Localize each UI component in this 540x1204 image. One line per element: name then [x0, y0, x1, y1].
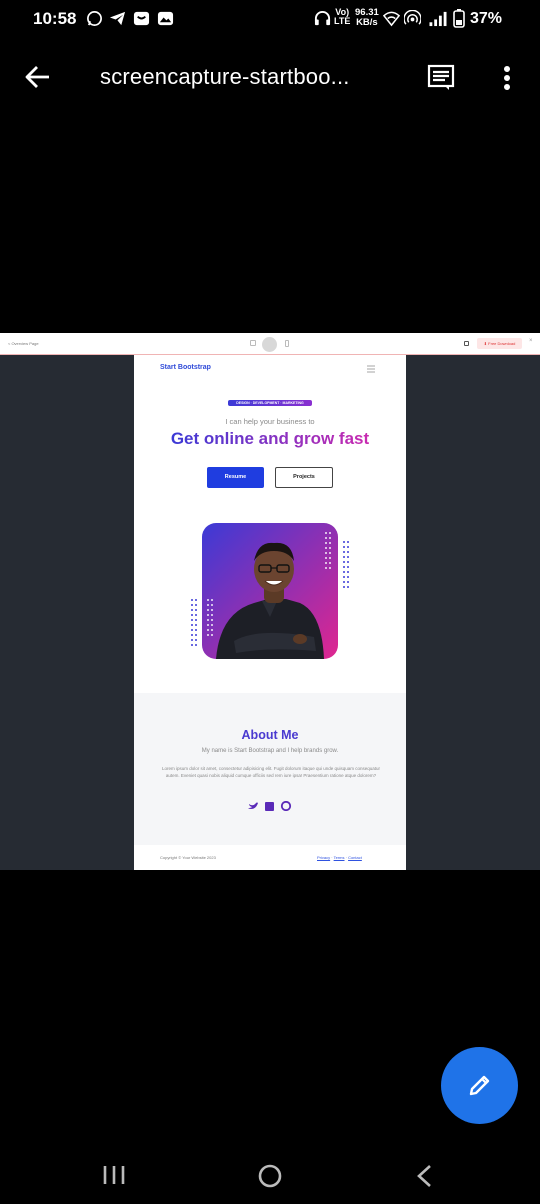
overview-link[interactable]: < Overview Page: [8, 341, 39, 346]
badge: DESIGN · DEVELOPMENT · MARKETING: [228, 400, 312, 406]
badge-text: DESIGN · DEVELOPMENT · MARKETING: [236, 401, 304, 405]
navigation-bar: [0, 1145, 540, 1204]
bag-icon: [133, 11, 150, 26]
projects-label: Projects: [293, 474, 315, 480]
speed-unit: KB/s: [356, 17, 378, 28]
brand-logo[interactable]: Start Bootstrap: [160, 364, 211, 371]
mobile-icon[interactable]: [285, 340, 289, 347]
footer-copyright: Copyright © Your Website 2023: [160, 855, 216, 860]
github-icon[interactable]: [280, 801, 292, 811]
fullscreen-icon[interactable]: [464, 341, 469, 346]
resume-label: Resume: [224, 474, 247, 480]
app-title: screencapture-startboo...: [100, 64, 350, 89]
photo-icon: [157, 11, 174, 26]
hero-headline: Get online and grow fast: [134, 429, 406, 449]
headline-text: Get online and grow fast: [170, 429, 370, 448]
rotate-icon[interactable]: [262, 337, 277, 352]
lte-bottom: LTE: [334, 16, 351, 26]
device-icon[interactable]: [250, 340, 256, 346]
lte-indicator: Vo) LTE: [334, 8, 350, 26]
text-view-icon[interactable]: [427, 63, 455, 91]
status-bar: 10:58 Vo) LTE 96.31 KB/s 37%: [0, 0, 540, 38]
footer-link-terms[interactable]: Terms: [334, 855, 345, 860]
battery-icon: [453, 9, 465, 28]
recents-icon[interactable]: [102, 1164, 126, 1186]
social-icons: [248, 801, 292, 811]
about-title: About Me: [241, 728, 299, 742]
hero-subheading: I can help your business to: [225, 417, 315, 426]
back-nav-icon[interactable]: [415, 1164, 433, 1188]
wifi-icon: [383, 11, 400, 27]
hotspot-icon: [404, 10, 421, 25]
about-body: Lorem ipsum dolor sit amet, consectetur …: [161, 766, 381, 778]
twitter-icon[interactable]: [248, 802, 258, 810]
headset-icon: [314, 10, 331, 26]
edit-fab[interactable]: [441, 1047, 518, 1124]
projects-button[interactable]: Projects: [275, 467, 333, 488]
resume-button[interactable]: Resume: [207, 467, 264, 488]
menu-toggle-icon[interactable]: [366, 365, 376, 373]
image-viewer[interactable]: < Overview Page ⬇ Free Download × Start …: [0, 333, 540, 870]
battery-percent: 37%: [470, 10, 503, 27]
browser-bar: < Overview Page ⬇ Free Download ×: [0, 333, 540, 355]
home-icon[interactable]: [257, 1163, 283, 1189]
website-preview: Start Bootstrap DESIGN · DEVELOPMENT · M…: [134, 355, 406, 870]
signal-icon: [429, 11, 447, 27]
footer-link-privacy[interactable]: Privacy: [317, 855, 330, 860]
status-time: 10:58: [33, 9, 77, 28]
net-speed: 96.31 KB/s: [355, 8, 379, 28]
telegram-icon: [109, 11, 126, 26]
close-icon[interactable]: ×: [529, 338, 533, 344]
footer-links: Privacy · Terms · Contact: [317, 855, 362, 860]
pencil-icon: [469, 1075, 490, 1096]
whatsapp-icon: [87, 11, 102, 26]
back-arrow-icon[interactable]: [25, 64, 51, 90]
profile-illustration: [191, 523, 349, 659]
linkedin-icon[interactable]: [265, 802, 274, 811]
footer-link-contact[interactable]: Contact: [348, 855, 362, 860]
about-subheading: My name is Start Bootstrap and I help br…: [201, 748, 339, 754]
more-vert-icon[interactable]: [503, 65, 511, 91]
free-download-button[interactable]: ⬇ Free Download: [477, 338, 522, 349]
